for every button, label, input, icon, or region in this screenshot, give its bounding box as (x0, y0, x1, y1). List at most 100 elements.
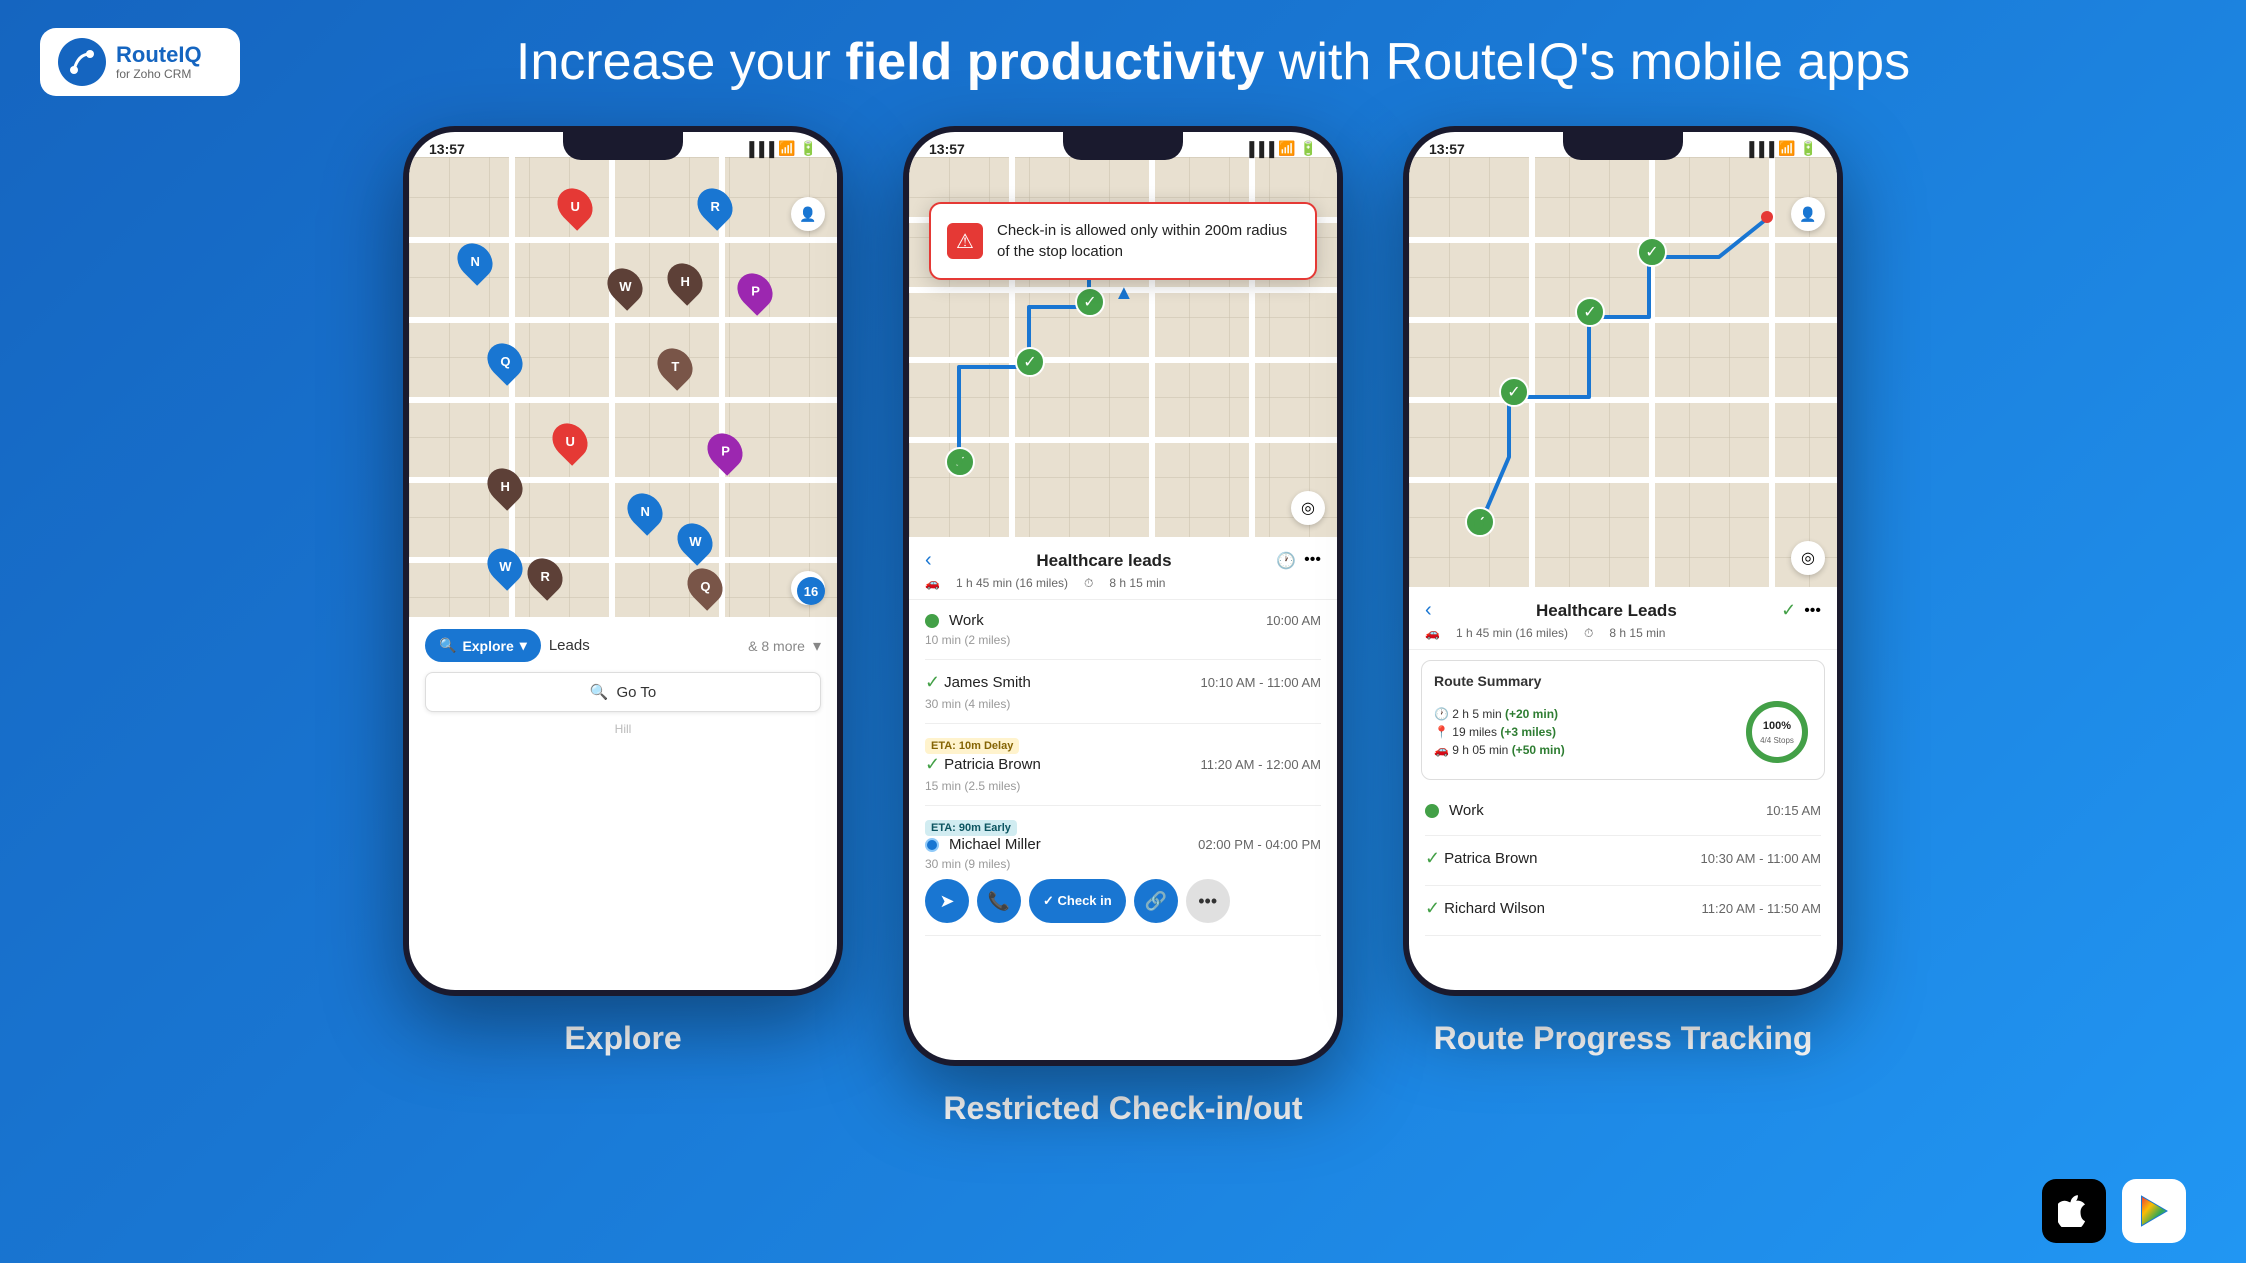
route-total-2: 8 h 15 min (1109, 576, 1165, 591)
logo-text: RouteIQ for Zoho CRM (116, 43, 202, 81)
phone-label-3: Route Progress Tracking (1434, 1020, 1813, 1057)
status-time-3: 13:57 (1429, 141, 1465, 157)
stat-drive: 🚗 9 h 05 min (+50 min) (1434, 743, 1565, 757)
route-duration-3: 1 h 45 min (16 miles) (1456, 626, 1568, 641)
green-pin3-2: ✓ (1499, 377, 1529, 407)
route-summary-stats: 🕐 2 h 5 min (+20 min) 📍 19 miles (+3 mil… (1434, 707, 1565, 757)
header-title-bold: field productivity (845, 33, 1264, 91)
phone-notch-2 (1063, 132, 1183, 160)
play-store-badge[interactable] (2122, 1179, 2186, 1243)
route-list-3: Work 10:15 AM ✓ Patrica Brown 10:30 AM -… (1409, 790, 1837, 936)
route-summary-content: 🕐 2 h 5 min (+20 min) 📍 19 miles (+3 mil… (1434, 697, 1812, 767)
avatar-button-3[interactable]: 👤 (1791, 197, 1825, 231)
nav-arrow: ▲ (1114, 282, 1134, 305)
check-james: ✓ (925, 672, 940, 693)
location-btn-2[interactable]: ◎ (1291, 491, 1325, 525)
phone-checkin-frame: 13:57 ▐▐▐ 📶 🔋 ⚠ Check-in is allowed only… (903, 126, 1343, 1066)
phone-explore-frame: 13:57 ▐▐▐ 📶 🔋 (403, 126, 843, 996)
route-item-work-header: Work 10:00 AM (925, 612, 1321, 629)
route-item3-work-header: Work 10:15 AM (1425, 802, 1821, 819)
store-badges (2042, 1179, 2186, 1243)
route-item-patricia-header: ✓ Patricia Brown 11:20 AM - 12:00 AM (925, 754, 1321, 775)
phone-explore-wrapper: 13:57 ▐▐▐ 📶 🔋 (403, 126, 843, 1057)
drive-stat-icon: 🚗 (1434, 743, 1449, 757)
route-header-top-2: ‹ Healthcare leads 🕐 ••• (925, 549, 1321, 572)
status-icons-1: ▐▐▐ 📶 🔋 (744, 140, 817, 157)
eta-patricia: ETA: 10m Delay (925, 738, 1019, 754)
svg-text:4/4 Stops: 4/4 Stops (1760, 736, 1794, 745)
apple-store-badge[interactable] (2042, 1179, 2106, 1243)
route-item-michael-header: Michael Miller 02:00 PM - 04:00 PM (925, 836, 1321, 853)
checkin-btn[interactable]: ✓ Check in (1029, 879, 1126, 923)
logo-name: RouteIQ (116, 43, 202, 67)
route-title-3: Healthcare Leads (1536, 601, 1677, 621)
stop3-name-patrica: Patrica Brown (1444, 850, 1537, 867)
goto-icon: 🔍 (590, 683, 609, 701)
route-item-james: ✓ James Smith 10:10 AM - 11:00 AM 30 min… (925, 660, 1321, 724)
battery-icon-3: 🔋 (1800, 140, 1817, 157)
status-icons-2: ▐▐▐ 📶 🔋 (1244, 140, 1317, 157)
explore-chevron: ▾ (520, 637, 527, 654)
stop-dist-michael: 30 min (9 miles) (925, 857, 1321, 871)
phones-container: 13:57 ▐▐▐ 📶 🔋 (0, 106, 2246, 1127)
green-pin3-3: ✓ (1575, 297, 1605, 327)
route-item-patricia: ETA: 10m Delay ✓ Patricia Brown 11:20 AM… (925, 724, 1321, 806)
eta-michael: ETA: 90m Early (925, 820, 1017, 836)
explore-button[interactable]: 🔍 Explore ▾ (425, 629, 541, 662)
route-header-top-3: ‹ Healthcare Leads ✓ ••• (1425, 599, 1821, 622)
phone-checkin-screen: 13:57 ▐▐▐ 📶 🔋 ⚠ Check-in is allowed only… (909, 132, 1337, 1060)
location-btn-3[interactable]: ◎ (1791, 541, 1825, 575)
goto-button[interactable]: 🔍 Go To (425, 672, 821, 712)
phone1-bottom: 🔍 Explore ▾ Leads & 8 more ▾ 🔍 Go To Hil… (409, 617, 837, 748)
check-patricia: ✓ (925, 754, 940, 775)
route-list-2: Work 10:00 AM 10 min (2 miles) ✓ James S… (909, 600, 1337, 936)
back-button-2[interactable]: ‹ (925, 549, 932, 572)
road-h3 (409, 397, 837, 403)
route-meta-3: 🚗 1 h 45 min (16 miles) ⏱ 8 h 15 min (1425, 626, 1821, 641)
more-btn[interactable]: ••• (1186, 879, 1230, 923)
progress-circle: 100% 4/4 Stops (1742, 697, 1812, 767)
route-clock-icon-2: ⏱ (1084, 576, 1093, 591)
logo-sub: for Zoho CRM (116, 67, 202, 81)
wifi-icon-1: 📶 (778, 140, 795, 157)
green-dot-2 (953, 455, 963, 465)
route-meta-2: 🚗 1 h 45 min (16 miles) ⏱ 8 h 15 min (925, 576, 1321, 591)
more-icon-3: ••• (1804, 602, 1821, 620)
route-title-2: Healthcare leads (1036, 551, 1171, 571)
stop-dist-work: 10 min (2 miles) (925, 633, 1321, 647)
stat-time: 🕐 2 h 5 min (+20 min) (1434, 707, 1565, 721)
leads-text: Leads (549, 637, 590, 654)
stop3-time-richard: 11:20 AM - 11:50 AM (1702, 901, 1821, 916)
phone-label-2: Restricted Check-in/out (943, 1090, 1302, 1127)
more-text: & 8 more (748, 638, 805, 654)
road-h5 (409, 557, 837, 563)
battery-icon-2: 🔋 (1300, 140, 1317, 157)
route-duration-2: 1 h 45 min (16 miles) (956, 576, 1068, 591)
back-button-3[interactable]: ‹ (1425, 599, 1432, 622)
dot-work (925, 614, 939, 628)
stop-name-patricia: Patricia Brown (944, 756, 1041, 773)
link-btn[interactable]: 🔗 (1134, 879, 1178, 923)
clock-icon-2: 🕐 (1276, 551, 1296, 571)
header-title-normal: Increase your (516, 33, 846, 91)
nav-btn[interactable]: ➤ (925, 879, 969, 923)
road-h4 (409, 477, 837, 483)
battery-icon-1: 🔋 (800, 140, 817, 157)
phone-progress-frame: 13:57 ▐▐▐ 📶 🔋 (1403, 126, 1843, 996)
dist-plus: (+3 miles) (1500, 725, 1556, 739)
routeiq-logo-icon (58, 38, 106, 86)
green-dot-3 (1474, 519, 1484, 529)
avatar-button-1[interactable]: 👤 (791, 197, 825, 231)
route-header-3: ‹ Healthcare Leads ✓ ••• 🚗 1 h 45 min (1… (1409, 587, 1837, 650)
phone-progress-wrapper: 13:57 ▐▐▐ 📶 🔋 (1403, 126, 1843, 1057)
phone-btn[interactable]: 📞 (977, 879, 1021, 923)
stop-dist-patricia: 15 min (2.5 miles) (925, 779, 1321, 793)
stat-distance: 📍 19 miles (+3 miles) (1434, 725, 1565, 739)
header-title: Increase your field productivity with Ro… (240, 31, 2186, 93)
route-item3-richard: ✓ Richard Wilson 11:20 AM - 11:50 AM (1425, 886, 1821, 936)
more-icon-2: ••• (1304, 551, 1321, 571)
route-header-2: ‹ Healthcare leads 🕐 ••• 🚗 1 h 45 min (1… (909, 537, 1337, 600)
status-time-2: 13:57 (929, 141, 965, 157)
route-item3-patrica: ✓ Patrica Brown 10:30 AM - 11:00 AM (1425, 836, 1821, 886)
dist-stat-icon: 📍 (1434, 725, 1449, 739)
